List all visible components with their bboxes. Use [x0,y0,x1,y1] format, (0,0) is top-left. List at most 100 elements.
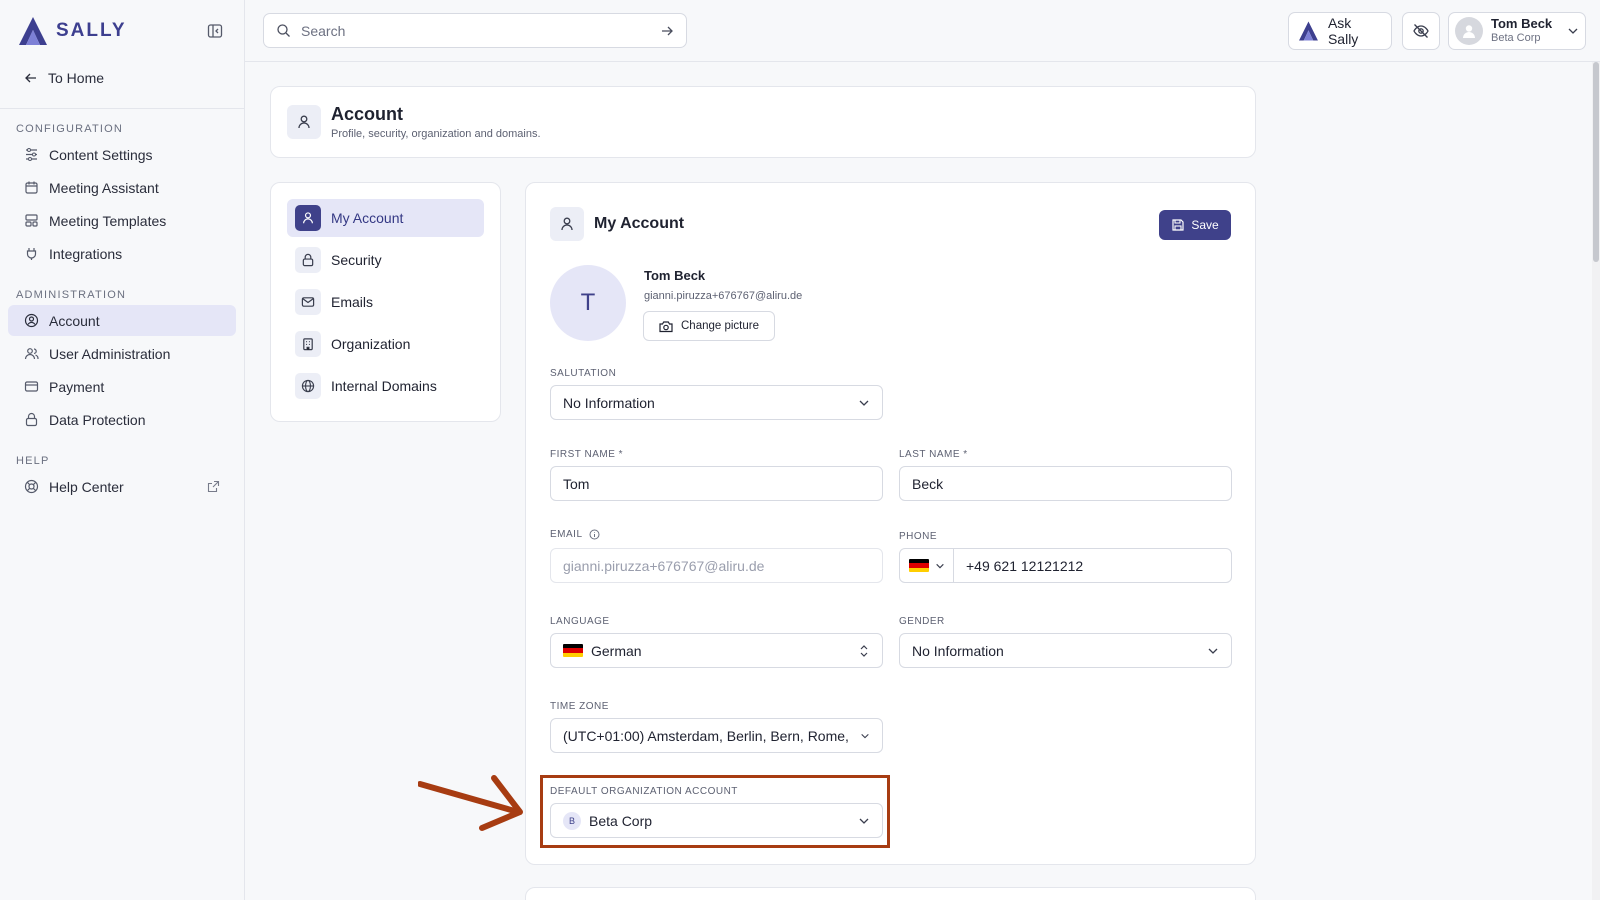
save-label: Save [1191,218,1219,232]
sidebar-item-payment[interactable]: Payment [8,371,236,402]
change-picture-button[interactable]: Change picture [643,311,775,341]
template-icon [25,214,38,227]
user-info: Tom Beck Beta Corp [1491,16,1552,46]
arrow-left-icon [25,73,36,83]
settings-tab-my-account[interactable]: My Account [287,199,484,237]
arrow-right-icon[interactable] [660,24,674,38]
to-home-link[interactable]: To Home [0,62,244,94]
sally-logo-icon [1299,21,1318,41]
settings-nav: My Account Security Emails Organization … [270,182,501,422]
search-input[interactable] [301,22,650,39]
snav-icon-box [295,373,321,399]
settings-tab-label: Internal Domains [331,378,437,394]
settings-tab-label: Emails [331,294,374,310]
settings-tab-emails[interactable]: Emails [287,283,484,321]
search-box[interactable] [263,13,687,48]
country-code-select[interactable] [900,549,954,582]
sidebar-item-data-protection[interactable]: Data Protection [8,404,236,435]
last-name-label: LAST NAME * [899,449,968,460]
language-select[interactable]: German [550,633,883,668]
mail-icon [301,297,315,307]
highlight-box [540,775,890,848]
salutation-value: No Information [563,394,655,411]
settings-tab-label: Organization [331,336,411,352]
settings-tab-organization[interactable]: Organization [287,325,484,363]
lock-icon [25,412,38,427]
settings-tab-internal-domains[interactable]: Internal Domains [287,367,484,405]
save-button[interactable]: Save [1159,210,1231,240]
sidebar-item-help-center[interactable]: Help Center [8,471,236,502]
snav-icon-box [295,289,321,315]
sidebar-item-meeting-assistant[interactable]: Meeting Assistant [8,172,236,203]
credit-card-icon [24,381,39,392]
lifebuoy-icon [24,479,39,494]
annotation-arrow-icon [418,775,523,831]
sally-logo[interactable]: SALLY [16,15,127,47]
user-icon [303,212,313,224]
collapse-sidebar-button[interactable] [202,18,228,44]
user-icon [561,217,573,231]
avatar [1455,17,1483,45]
sidebar-item-label: Help Center [49,478,124,495]
profile-name: Tom Beck [644,268,706,283]
sidebar-item-content-settings[interactable]: Content Settings [8,139,236,170]
first-name-field[interactable]: Tom [550,466,883,501]
page-scrollbar[interactable] [1592,62,1600,900]
globe-icon [301,379,315,393]
user-menu-button[interactable]: Tom Beck Beta Corp [1448,12,1586,50]
chevron-down-icon [1568,28,1578,34]
lock-icon [302,253,314,267]
my-account-icon-box [550,207,584,241]
ask-sally-button[interactable]: Ask Sally [1288,12,1392,50]
sidebar-divider [0,108,244,109]
chevron-down-icon [861,733,869,738]
sidebar-item-label: Integrations [49,245,123,262]
sliders-icon [26,148,37,161]
card-header: My Account [550,207,684,241]
privacy-toggle-button[interactable] [1402,12,1440,50]
top-bar: Ask Sally Tom Beck Beta Corp [245,0,1600,62]
sidebar-item-account[interactable]: Account [8,305,236,336]
last-name-field[interactable]: Beck [899,466,1232,501]
phone-value: +49 621 12121212 [966,557,1084,574]
page-subtitle: Profile, security, organization and doma… [331,128,541,140]
gender-select[interactable]: No Information [899,633,1232,668]
settings-tab-security[interactable]: Security [287,241,484,279]
salutation-label: SALUTATION [550,368,617,379]
sidebar-item-user-administration[interactable]: User Administration [8,338,236,369]
account-icon-box [287,105,321,139]
info-icon[interactable] [589,529,600,540]
snav-icon-box [295,247,321,273]
sally-logo-icon [19,17,47,45]
page-header-text: Account Profile, security, organization … [331,104,541,140]
salutation-select[interactable]: No Information [550,385,883,420]
change-picture-label: Change picture [681,320,759,332]
snav-icon-box [295,205,321,231]
users-icon [24,348,39,360]
user-icon [1463,25,1475,38]
snav-icon-box [295,331,321,357]
profile-avatar[interactable]: T [550,265,626,341]
chevron-up-down-icon [860,644,868,657]
logo-row: SALLY [0,0,244,62]
to-home-label: To Home [48,70,105,86]
sidebar-item-meeting-templates[interactable]: Meeting Templates [8,205,236,236]
last-name-value: Beck [912,475,944,492]
language-value: German [591,642,642,659]
timezone-value: (UTC+01:00) Amsterdam, Berlin, Bern, Rom… [563,727,852,744]
plug-icon [26,248,37,260]
phone-field[interactable]: +49 621 12121212 [899,548,1232,583]
sidebar-item-label: User Administration [49,345,171,362]
scroll-thumb[interactable] [1593,62,1599,262]
sidebar-collapse-icon [207,24,223,38]
timezone-select[interactable]: (UTC+01:00) Amsterdam, Berlin, Bern, Rom… [550,718,883,753]
page-title: Account [331,104,403,124]
email-field: gianni.piruzza+676767@aliru.de [550,548,883,583]
gender-value: No Information [912,642,1004,659]
first-name-value: Tom [563,475,590,492]
page-header: Account Profile, security, organization … [270,86,1256,158]
sidebar-item-integrations[interactable]: Integrations [8,238,236,269]
gender-label: GENDER [899,616,945,627]
card-title: My Account [594,215,685,232]
chevron-down-icon [935,563,944,568]
